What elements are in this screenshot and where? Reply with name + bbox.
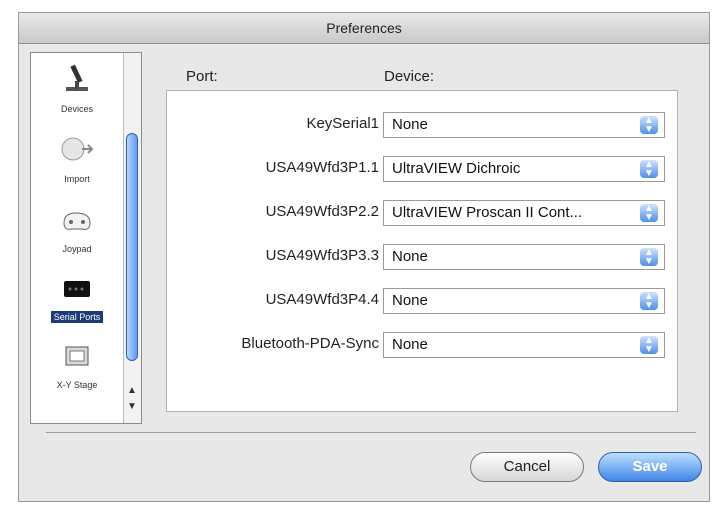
select-arrows-icon: ▲ ▼ (640, 204, 658, 223)
port-header: Port: (186, 68, 218, 85)
serial-port-icon (64, 281, 90, 297)
import-icon (61, 137, 94, 161)
device-value: UltraVIEW Proscan II Cont... (392, 204, 583, 221)
port-row: USA49Wfd3P4.4 None ▲ ▼ (167, 283, 677, 321)
window-title: Preferences (19, 13, 709, 44)
port-name: USA49Wfd3P2.2 (265, 203, 379, 220)
port-row: USA49Wfd3P1.1 UltraVIEW Dichroic ▲ ▼ (167, 151, 677, 189)
preferences-sidebar: Devices Import Joypad Serial Ports X-Y S… (30, 52, 142, 424)
port-row: USA49Wfd3P2.2 UltraVIEW Proscan II Cont.… (167, 195, 677, 233)
scroll-up-arrow-icon[interactable]: ▲ (124, 383, 140, 399)
port-row: KeySerial1 None ▲ ▼ (167, 107, 677, 145)
port-name: KeySerial1 (306, 115, 379, 132)
device-value: UltraVIEW Dichroic (392, 160, 521, 177)
port-row: Bluetooth-PDA-Sync None ▲ ▼ (167, 327, 677, 365)
port-row: USA49Wfd3P3.3 None ▲ ▼ (167, 239, 677, 277)
divider (46, 432, 696, 433)
joypad-icon (63, 212, 91, 230)
select-arrows-icon: ▲ ▼ (640, 248, 658, 267)
device-value: None (392, 248, 428, 265)
device-select[interactable]: None ▲ ▼ (383, 332, 665, 358)
device-select[interactable]: UltraVIEW Dichroic ▲ ▼ (383, 156, 665, 182)
device-select[interactable]: None ▲ ▼ (383, 288, 665, 314)
sidebar-item-label: Joypad (62, 244, 92, 254)
microscope-icon (66, 64, 88, 91)
sidebar-scrollbar[interactable]: ▲ ▼ (123, 53, 141, 423)
cancel-button[interactable]: Cancel (470, 452, 584, 482)
device-select[interactable]: None ▲ ▼ (383, 244, 665, 270)
xy-stage-icon (65, 346, 89, 366)
device-select[interactable]: UltraVIEW Proscan II Cont... ▲ ▼ (383, 200, 665, 226)
sidebar-item-label: Devices (60, 104, 93, 114)
port-name: Bluetooth-PDA-Sync (241, 335, 379, 352)
select-arrows-icon: ▲ ▼ (640, 160, 658, 179)
port-name: USA49Wfd3P1.1 (265, 159, 379, 176)
port-name: USA49Wfd3P4.4 (265, 291, 379, 308)
select-arrows-icon: ▲ ▼ (640, 292, 658, 311)
sidebar-item-xy-stage[interactable]: X-Y Stage (31, 335, 123, 403)
scroll-down-arrow-icon[interactable]: ▼ (124, 399, 140, 415)
device-header: Device: (384, 68, 435, 85)
sidebar-item-label: X-Y Stage (56, 380, 98, 390)
sidebar-item-serial-ports[interactable]: Serial Ports (31, 267, 123, 335)
sidebar-item-joypad[interactable]: Joypad (31, 199, 123, 267)
save-button[interactable]: Save (598, 452, 702, 482)
device-value: None (392, 116, 428, 133)
sidebar-item-devices[interactable]: Devices (31, 59, 123, 127)
sidebar-item-import[interactable]: Import (31, 129, 123, 197)
device-select[interactable]: None ▲ ▼ (383, 112, 665, 138)
device-value: None (392, 336, 428, 353)
select-arrows-icon: ▲ ▼ (640, 336, 658, 355)
scrollbar-thumb[interactable] (126, 133, 138, 361)
device-value: None (392, 292, 428, 309)
serial-ports-panel: KeySerial1 None ▲ ▼ USA49Wfd3P1.1 UltraVI… (166, 90, 678, 412)
sidebar-item-label: Import (64, 174, 90, 184)
port-name: USA49Wfd3P3.3 (265, 247, 379, 264)
sidebar-item-label: Serial Ports (50, 311, 104, 323)
select-arrows-icon: ▲ ▼ (640, 116, 658, 135)
